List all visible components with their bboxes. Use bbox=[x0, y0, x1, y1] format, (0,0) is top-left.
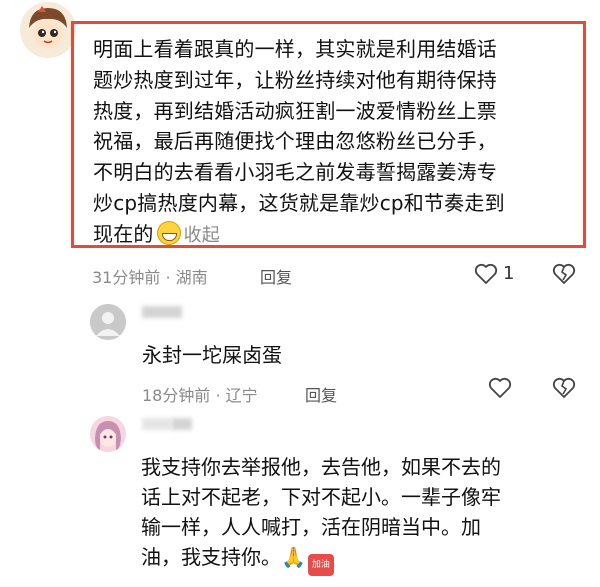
blurred-username bbox=[142, 418, 172, 430]
cartoon-avatar-icon bbox=[20, 2, 76, 58]
default-avatar-icon bbox=[90, 304, 126, 340]
comment-text: 明面上看着跟真的一样，其实就是利用结婚话 题炒热度到过年，让粉丝持续对他有期待保… bbox=[93, 34, 583, 252]
comment-line: 现在的 bbox=[93, 221, 154, 246]
broken-heart-icon[interactable] bbox=[552, 263, 576, 285]
grinning-face-icon bbox=[156, 220, 181, 245]
folded-hands-icon: 🙏 bbox=[281, 545, 306, 569]
user-avatar-3[interactable] bbox=[90, 416, 126, 452]
heart-outline-icon[interactable] bbox=[488, 377, 512, 399]
reply-button[interactable]: 回复 bbox=[260, 264, 292, 288]
comment-last-line: 现在的 收起 bbox=[93, 219, 583, 252]
collapse-button[interactable]: 收起 bbox=[184, 225, 220, 246]
reply-button[interactable]: 回复 bbox=[305, 382, 337, 406]
reply-line: 话上对不起老，下对不起小。一辈子像牢 bbox=[141, 485, 501, 509]
reply-line: 油，我支持你。 bbox=[141, 545, 281, 569]
user-avatar-2[interactable] bbox=[90, 304, 126, 340]
heart-outline-icon[interactable] bbox=[474, 263, 498, 285]
comment-line: 明面上看着跟真的一样，其实就是利用结婚话 bbox=[93, 37, 497, 61]
reply-line: 我支持你去举报他，去告他，如果不去的 bbox=[141, 455, 501, 479]
reply-line: 永封一坨屎卤蛋 bbox=[142, 343, 282, 367]
blurred-username bbox=[142, 306, 182, 318]
blurred-username bbox=[172, 418, 192, 430]
comment-line: 炒cp搞热度内幕，这货就是靠炒cp和节奏走到 bbox=[93, 190, 505, 215]
comment-line: 不明白的去看看小羽毛之前发毒誓揭露姜涛专 bbox=[93, 160, 497, 185]
reply-text: 永封一坨屎卤蛋 bbox=[142, 340, 282, 370]
user-avatar-1[interactable] bbox=[20, 2, 76, 58]
reply-meta: 18分钟前 · 辽宁 bbox=[142, 386, 258, 405]
comment-line: 祝福，最后再随便找个理由忽悠粉丝已分手， bbox=[93, 129, 497, 154]
broken-heart-icon[interactable] bbox=[552, 377, 576, 399]
reply-text: 我支持你去举报他，去告他，如果不去的 话上对不起老，下对不起小。一辈子像牢 输一… bbox=[141, 452, 501, 576]
reply-last-line: 油，我支持你。🙏 加油 bbox=[141, 542, 501, 576]
comment-line: 热度，再到结婚活动疯狂割一波爱情粉丝上票 bbox=[93, 98, 497, 123]
jiayou-sticker-icon: 加油 bbox=[307, 554, 334, 576]
comment-meta: 31分钟前 · 湖南 bbox=[92, 268, 208, 287]
reply-line: 输一样，人人喊打，活在阴暗当中。加 bbox=[141, 515, 481, 539]
anime-girl-avatar-icon bbox=[90, 416, 126, 452]
like-count: 1 bbox=[503, 263, 515, 284]
comment-line: 题炒热度到过年，让粉丝持续对他有期待保持 bbox=[93, 67, 497, 92]
